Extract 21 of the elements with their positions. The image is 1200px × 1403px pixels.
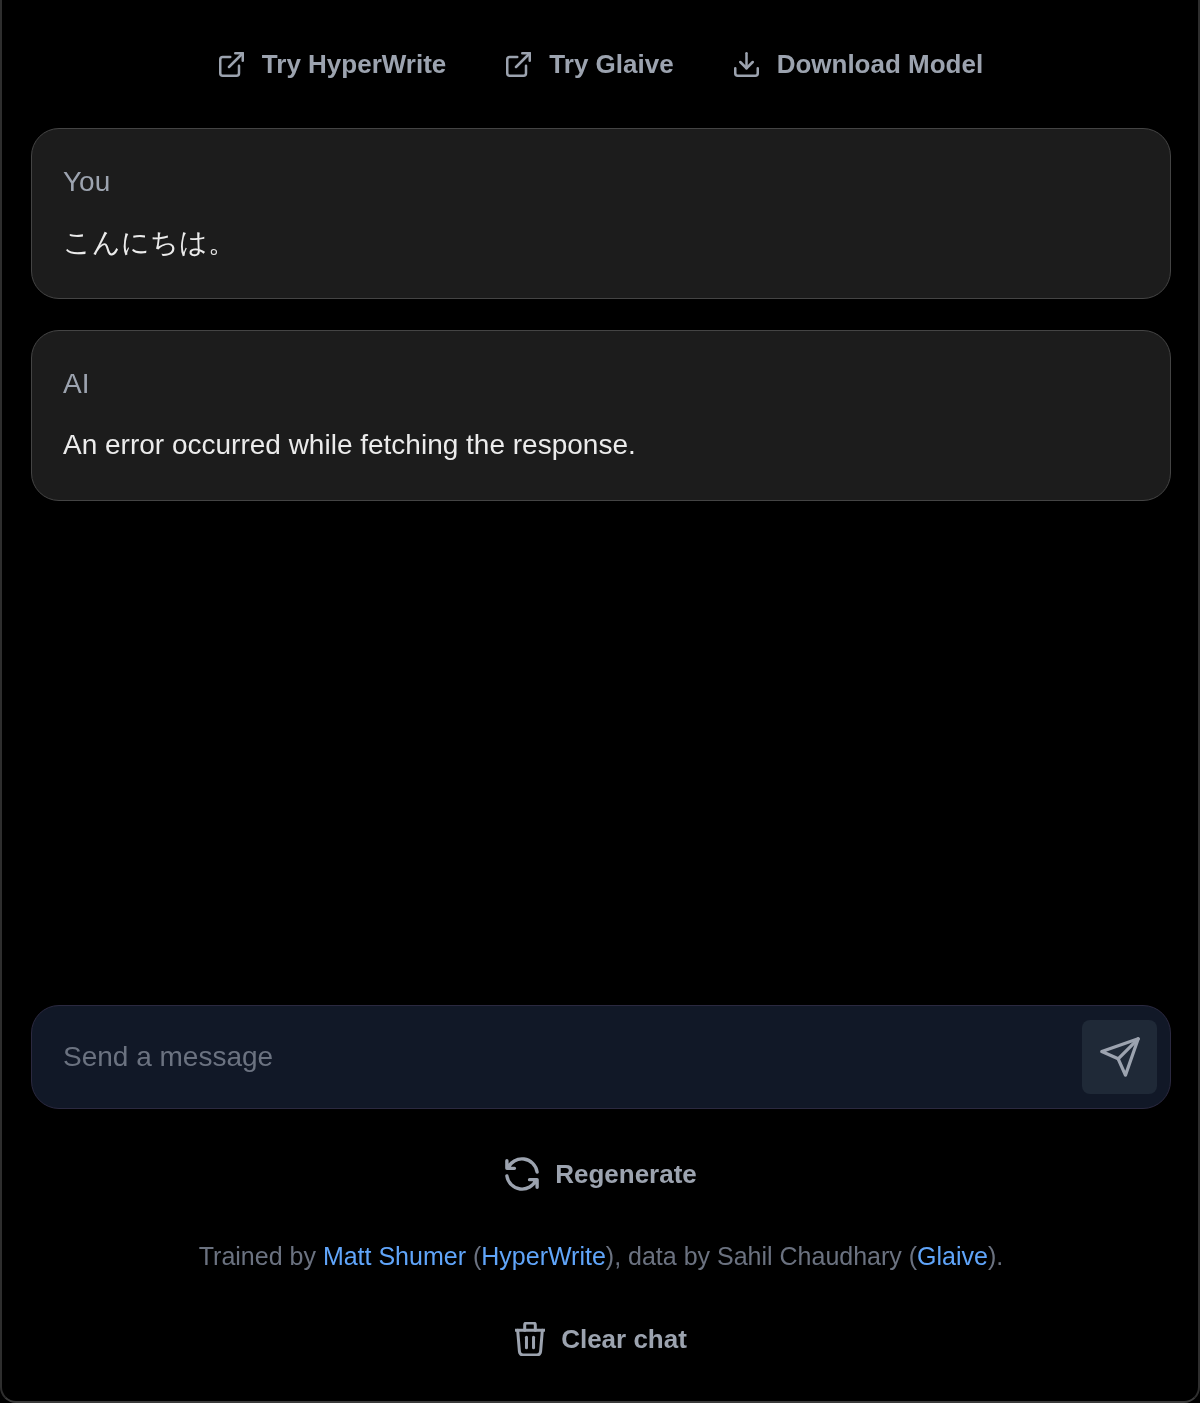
external-link[interactable]: Try Glaive: [506, 48, 674, 80]
sender-label: You: [63, 165, 112, 199]
external-link-icon: [506, 51, 532, 77]
external-link[interactable]: Try HyperWrite: [218, 48, 447, 80]
external-link-icon: [218, 51, 244, 77]
message-text: こんにちは。: [63, 226, 237, 260]
credit-link[interactable]: Matt Shumer: [322, 1242, 466, 1270]
refresh-icon: [505, 1157, 540, 1191]
send-button[interactable]: [1082, 1020, 1157, 1094]
credit-link[interactable]: Glaive: [917, 1242, 988, 1270]
trash-icon: [515, 1322, 546, 1356]
clear-chat-button[interactable]: Clear chat: [515, 1319, 687, 1359]
credit-link[interactable]: HyperWrite: [481, 1242, 606, 1270]
send-icon: [1099, 1037, 1140, 1077]
credits-text: Trained by Matt Shumer (HyperWrite), data by Sahil Chaudhary (Glaive).: [198, 1241, 1004, 1272]
message-input[interactable]: Send a message: [31, 1005, 1171, 1109]
regenerate-button[interactable]: Regenerate: [505, 1154, 697, 1194]
download-link[interactable]: Download Model: [733, 48, 984, 80]
message-text: An error occurred while fetching the response.: [63, 428, 637, 462]
download-icon: [733, 51, 759, 77]
sender-label: AI: [63, 367, 91, 401]
